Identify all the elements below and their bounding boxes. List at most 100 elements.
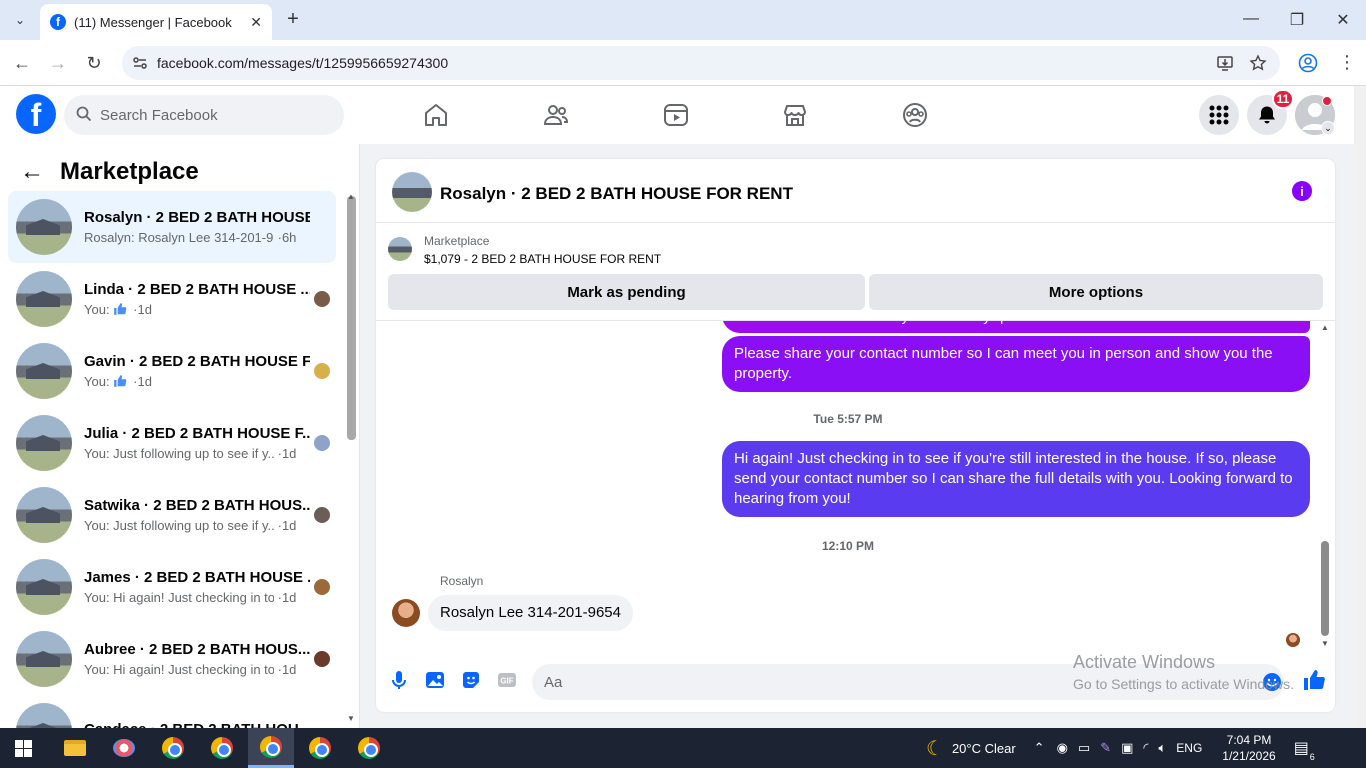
language-indicator[interactable]: ENG xyxy=(1176,741,1202,755)
conversation-item[interactable]: Julia · 2 BED 2 BATH HOUSE F... You: Just… xyxy=(8,407,336,479)
friends-icon[interactable] xyxy=(543,102,569,128)
conversation-item[interactable]: James · 2 BED 2 BATH HOUSE ... You: Hi ag… xyxy=(8,551,336,623)
system-tray: ☾ 20°C Clear ⌃ ◉ ▭ ✎ ▣ ◜ 🔈︎ ENG 7:04 PM … xyxy=(926,728,1315,768)
menu-grid-button[interactable] xyxy=(1199,95,1239,135)
microphone-icon[interactable] xyxy=(388,669,410,691)
conversation-item[interactable]: Rosalyn · 2 BED 2 BATH HOUSE ... Rosalyn:… xyxy=(8,191,336,263)
sticker-icon[interactable] xyxy=(460,669,482,691)
browser-tab[interactable]: f (11) Messenger | Facebook ✕ xyxy=(40,4,272,40)
bookmark-star-icon[interactable] xyxy=(1249,54,1267,72)
photo-icon[interactable] xyxy=(424,669,446,691)
window-close-icon[interactable]: ✕ xyxy=(1333,10,1353,30)
chat-window: Rosalyn · 2 BED 2 BATH HOUSE FOR RENT i … xyxy=(376,159,1335,712)
chrome-icon[interactable] xyxy=(306,734,334,762)
listing-title[interactable]: $1,079 - 2 BED 2 BATH HOUSE FOR RENT xyxy=(424,252,661,266)
battery-icon[interactable]: ▭ xyxy=(1078,740,1090,756)
url-text: facebook.com/messages/t/1259956659274300 xyxy=(157,55,449,71)
conversation-time: 1d xyxy=(281,518,297,533)
reload-icon[interactable]: ↻ xyxy=(83,52,105,74)
app-icon[interactable] xyxy=(110,734,138,762)
chrome-icon[interactable] xyxy=(159,734,187,762)
facebook-logo-icon[interactable]: f xyxy=(16,94,56,134)
new-tab-icon[interactable]: + xyxy=(282,8,304,30)
conversation-preview-row: You: Hi again! Just checking in to... · 1… xyxy=(84,590,310,605)
windows-start-icon[interactable] xyxy=(15,740,32,757)
conversation-name: Aubree · 2 BED 2 BATH HOUS... xyxy=(84,641,310,658)
like-thumb-icon[interactable] xyxy=(1302,668,1326,692)
chrome-icon[interactable] xyxy=(355,734,383,762)
record-icon[interactable]: ◉ xyxy=(1057,740,1068,756)
sidebar-scrollbar[interactable] xyxy=(347,196,356,440)
conversation-avatar xyxy=(16,631,72,687)
conversation-avatar xyxy=(16,487,72,543)
conversation-preview: You: xyxy=(84,302,110,317)
scroll-up-icon[interactable]: ▲ xyxy=(1321,323,1329,332)
conversation-preview-row: You: Just following up to see if y... · 1… xyxy=(84,446,310,461)
tab-search-icon[interactable]: ⌄ xyxy=(8,8,32,32)
clock[interactable]: 7:04 PM 1/21/2026 xyxy=(1222,732,1275,764)
omnibox[interactable]: facebook.com/messages/t/1259956659274300 xyxy=(122,46,1280,80)
tray-chevron-icon[interactable]: ⌃ xyxy=(1034,740,1045,756)
tab-title: (11) Messenger | Facebook xyxy=(74,14,232,30)
pen-icon[interactable]: ✎ xyxy=(1100,740,1111,756)
conversation-time: 1d xyxy=(137,302,152,317)
read-receipt-avatar xyxy=(314,363,330,379)
message-scrollbar[interactable] xyxy=(1321,541,1329,636)
more-options-button[interactable]: More options xyxy=(869,274,1323,310)
conversation-item[interactable]: Aubree · 2 BED 2 BATH HOUS... You: Hi aga… xyxy=(8,623,336,695)
svg-text:GIF: GIF xyxy=(500,677,513,686)
mark-pending-button[interactable]: Mark as pending xyxy=(388,274,865,310)
like-thumb-icon xyxy=(113,375,126,387)
conversation-avatar xyxy=(16,271,72,327)
sender-avatar[interactable] xyxy=(392,599,420,627)
conversation-item[interactable]: Gavin · 2 BED 2 BATH HOUSE FO... You: ·1d xyxy=(8,335,336,407)
wifi-icon[interactable]: ◜ xyxy=(1143,740,1148,756)
marketplace-icon[interactable] xyxy=(782,102,808,128)
chat-title[interactable]: Rosalyn · 2 BED 2 BATH HOUSE FOR RENT xyxy=(440,184,793,204)
restore-icon[interactable]: ❐ xyxy=(1287,10,1307,30)
device-icon[interactable]: ▣ xyxy=(1121,740,1133,756)
browser-tab-strip: ⌄ f (11) Messenger | Facebook ✕ + — ❐ ✕ xyxy=(0,0,1366,40)
forward-arrow-icon[interactable]: → xyxy=(47,52,69,74)
conversation-name: James · 2 BED 2 BATH HOUSE ... xyxy=(84,569,310,586)
page-scrollbar[interactable] xyxy=(1354,86,1366,728)
conversation-item[interactable]: Satwika · 2 BED 2 BATH HOUS... You: Just … xyxy=(8,479,336,551)
home-icon[interactable] xyxy=(423,102,449,128)
scroll-up-icon[interactable]: ▲ xyxy=(347,192,355,201)
chat-avatar[interactable] xyxy=(392,172,432,212)
site-settings-icon[interactable] xyxy=(132,55,148,71)
minimize-icon[interactable]: — xyxy=(1241,10,1261,28)
volume-icon[interactable]: 🔈︎ xyxy=(1158,740,1166,756)
sidebar-title: Marketplace xyxy=(60,158,199,185)
conversation-time-sep: · xyxy=(274,590,282,605)
gif-icon[interactable]: GIF xyxy=(496,669,518,691)
chat-area: Rosalyn · 2 BED 2 BATH HOUSE FOR RENT i … xyxy=(360,144,1354,728)
notification-center-icon[interactable]: ▤ 6 xyxy=(1294,738,1315,762)
chevron-down-icon[interactable]: ⌄ xyxy=(1321,121,1335,135)
chrome-icon[interactable] xyxy=(208,734,236,762)
info-icon[interactable]: i xyxy=(1292,181,1312,201)
listing-thumbnail[interactable] xyxy=(388,237,412,261)
back-arrow-icon[interactable]: ← xyxy=(11,52,33,74)
file-explorer-icon[interactable] xyxy=(61,734,89,762)
browser-menu-icon[interactable]: ⋮ xyxy=(1338,52,1356,73)
profile-icon[interactable] xyxy=(1298,53,1318,73)
video-icon[interactable] xyxy=(663,102,689,128)
conversation-item[interactable]: Linda · 2 BED 2 BATH HOUSE ... You: · 1d xyxy=(8,263,336,335)
search-icon xyxy=(76,106,92,122)
groups-icon[interactable] xyxy=(902,102,928,128)
clock-date: 1/21/2026 xyxy=(1222,749,1276,763)
weather-text[interactable]: 20°C Clear xyxy=(952,741,1016,756)
activate-windows-watermark: Activate Windows Go to Settings to activ… xyxy=(1073,652,1303,692)
install-app-icon[interactable] xyxy=(1216,54,1234,72)
chrome-icon-active[interactable] xyxy=(248,728,294,768)
conversation-text: Julia · 2 BED 2 BATH HOUSE F... You: Just… xyxy=(84,425,310,461)
back-arrow-icon[interactable]: ← xyxy=(20,158,44,186)
conversation-time: 6h xyxy=(281,230,297,245)
search-input[interactable] xyxy=(100,95,330,135)
read-receipt-avatar xyxy=(314,291,330,307)
scroll-down-icon[interactable]: ▼ xyxy=(347,714,355,723)
conversation-time: 1d xyxy=(281,590,297,605)
scroll-down-icon[interactable]: ▼ xyxy=(1321,639,1329,648)
tab-close-icon[interactable]: ✕ xyxy=(250,14,262,31)
